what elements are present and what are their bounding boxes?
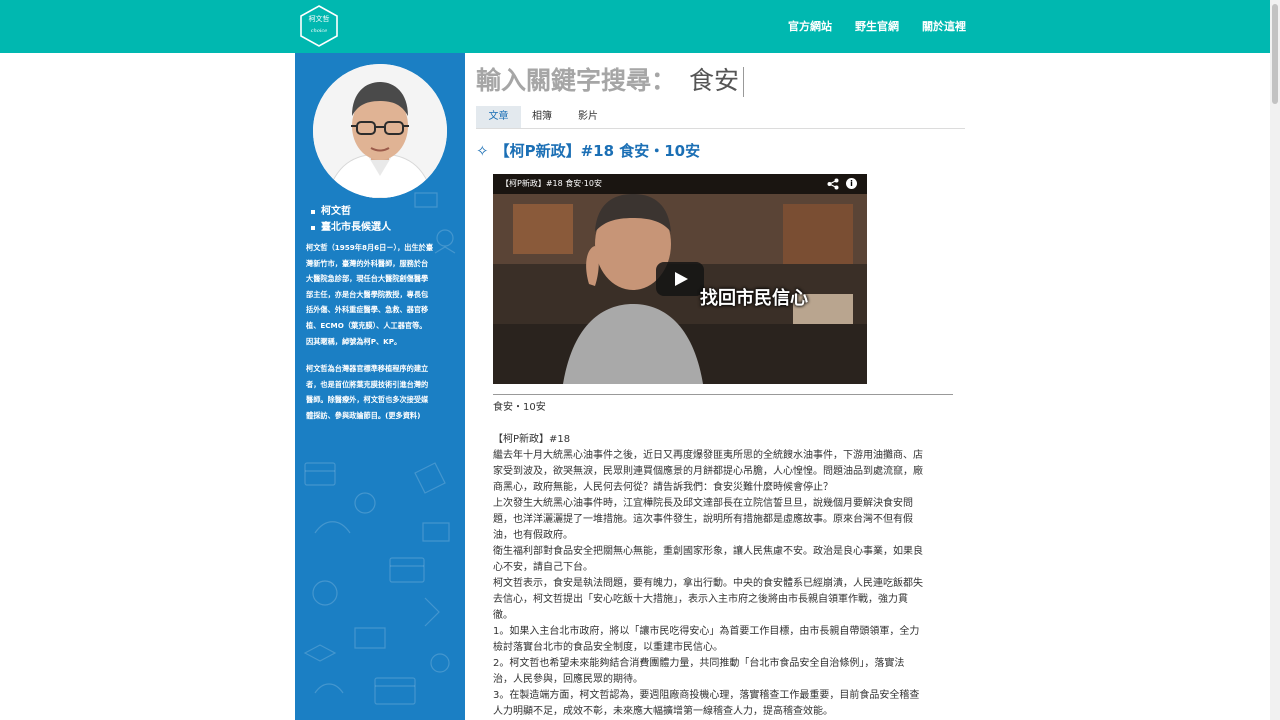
tab-albums[interactable]: 相簿 — [522, 106, 562, 128]
article-line: 3。在製造端方面，柯文哲認為，要週阻廠商投機心理，落實稽查工作最重要，目前食品安… — [493, 690, 920, 701]
profile-list: 柯文哲 臺北市長候選人 — [309, 204, 391, 236]
article-heading: 【柯P新政】#18 — [493, 434, 571, 445]
bio-line: 者，也是首位將葉克膜技術引進台灣的 — [306, 379, 429, 389]
diamond-bullet-icon: ✧ — [476, 142, 489, 160]
search-input-wrap[interactable] — [689, 63, 749, 99]
article-line: 衛生福利部對食品安全把關無心無能，重創國家形象，讓人民焦慮不安。政治是良心事業，… — [493, 546, 923, 557]
article-line: 治，人民參與，回應民眾的期待。 — [493, 674, 643, 685]
bio-line: 括外傷、外科重症醫學、急救、器官移 — [306, 305, 429, 315]
bio-line: 部主任，亦是台大醫學院教授，專長包 — [306, 289, 429, 299]
tab-videos[interactable]: 影片 — [567, 106, 609, 128]
video-player[interactable]: 【柯P新政】#18 食安·10安 i 找回市民信心 — [493, 174, 867, 384]
bio-line: 大醫院急診部，現任台大醫院創傷醫學 — [306, 274, 429, 284]
nav-wild-site[interactable]: 野生官網 — [855, 0, 899, 53]
video-caption: 找回市民信心 — [700, 288, 808, 309]
bio-more-link[interactable]: 體採訪、參與政論節目。(更多資料) — [306, 408, 456, 424]
info-icon[interactable]: i — [846, 178, 857, 189]
bio-line: 柯文哲（1959年8月6日－），出生於臺 — [306, 243, 434, 252]
profile-sidebar: 柯文哲 臺北市長候選人 柯文哲（1959年8月6日－），出生於臺 灣新竹市，臺灣… — [295, 53, 465, 720]
article-line: 柯文哲表示，食安是執法問題，要有魄力，拿出行動。中央的食安體系已經崩潰，人民連吃… — [493, 578, 923, 589]
scrollbar-thumb[interactable] — [1272, 4, 1278, 104]
nav-official-site[interactable]: 官方網站 — [788, 0, 832, 53]
bio-line: 柯文哲為台灣器官標準移植程序的建立 — [306, 364, 429, 373]
search-input[interactable] — [689, 63, 749, 99]
nav-about[interactable]: 關於這裡 — [922, 0, 966, 53]
article-line: 人力明顯不足，成效不彰，未來應大幅擴增第一線稽查人力，提高稽查效能。 — [493, 706, 833, 717]
bio-line: 因其暱稱，綽號為柯P、KP。 — [306, 336, 402, 346]
post-title[interactable]: ✧ 【柯P新政】#18 食安・10安 — [476, 140, 700, 162]
bio-paragraph: 柯文哲（1959年8月6日－），出生於臺 灣新竹市，臺灣的外科醫師，服務於台 大… — [306, 240, 456, 349]
article-line: 油，也有假政府。 — [493, 530, 573, 541]
article-line: 去信心，柯文哲提出「安心吃飯十大措施」，表示入主市府之後將由市長親自領軍作戰，強… — [493, 594, 908, 605]
tab-articles[interactable]: 文章 — [476, 106, 521, 128]
article-subtitle: 食安・10安 — [493, 402, 546, 413]
share-icon[interactable] — [827, 178, 839, 190]
page-scrollbar[interactable] — [1270, 0, 1280, 720]
video-title[interactable]: 【柯P新政】#18 食安·10安 — [501, 174, 602, 194]
bio-line: 植、ECMO（葉克膜）、人工器官等。 — [306, 320, 427, 330]
article-line: 繼去年十月大統黑心油事件之後，近日又再度爆發匪夷所思的全統餿水油事件，下游用油攤… — [493, 450, 923, 461]
article-line: 上次發生大統黑心油事件時，江宜樺院長及邱文達部長在立院信誓旦旦，說幾個月要解決食… — [493, 498, 913, 509]
article-line: 徹。 — [493, 610, 513, 621]
article-body: 繼去年十月大統黑心油事件之後，近日又再度爆發匪夷所思的全統餿水油事件，下游用油攤… — [493, 448, 953, 720]
article-line: 商黑心，政府無能，人民何去何從？請告訴我們：食安災難什麼時候會停止？ — [493, 482, 833, 493]
bio-line: 灣新竹市，臺灣的外科醫師，服務於台 — [306, 258, 429, 268]
article-line: 題，也洋洋灑灑提了一堆措施。這次事件發生，說明所有措施都是虛應故事。原來台灣不但… — [493, 514, 913, 525]
article-line: 檢討落實台北市的食品安全制度，以重建市民信心。 — [493, 642, 723, 653]
hexagon-logo-icon — [300, 5, 338, 47]
bio-paragraph-2: 柯文哲為台灣器官標準移植程序的建立 者，也是首位將葉克膜技術引進台灣的 醫師。除… — [306, 361, 456, 423]
top-bar: 柯文哲 choice 官方網站 野生官網 關於這裡 — [0, 0, 1280, 53]
search-label: 輸入關鍵字搜尋： — [476, 66, 677, 95]
post-title-text[interactable]: 【柯P新政】#18 食安・10安 — [495, 142, 701, 160]
article-line: 心不安，請自己下台。 — [493, 562, 593, 573]
text-cursor — [743, 67, 744, 97]
logo-subtext: choice — [310, 28, 328, 34]
list-item: 臺北市長候選人 — [309, 220, 391, 236]
video-top-bar: 【柯P新政】#18 食安·10安 i — [493, 174, 867, 194]
divider — [493, 394, 953, 395]
article-line: 家受到波及，欲哭無淚，民眾則連買個應景的月餅都提心吊膽，人心惶惶。問題油品到處流… — [493, 466, 923, 477]
play-button-icon[interactable] — [656, 262, 704, 296]
list-item: 柯文哲 — [309, 204, 391, 220]
bio-line: 醫師。除醫療外，柯文哲也多次接受媒 — [306, 395, 429, 405]
candidate-avatar — [313, 64, 447, 198]
site-logo[interactable]: 柯文哲 choice — [298, 4, 340, 48]
logo-text: 柯文哲 — [308, 15, 330, 23]
article-line: 1。如果入主台北市政府，將以「讓市民吃得安心」為首要工作目標，由市長親自帶頭領軍… — [493, 626, 920, 637]
article-line: 2。柯文哲也希望未來能夠結合消費團體力量，共同推動「台北市食品安全自治條例」，落… — [493, 658, 905, 669]
result-tabs: 文章 相簿 影片 — [476, 106, 965, 129]
